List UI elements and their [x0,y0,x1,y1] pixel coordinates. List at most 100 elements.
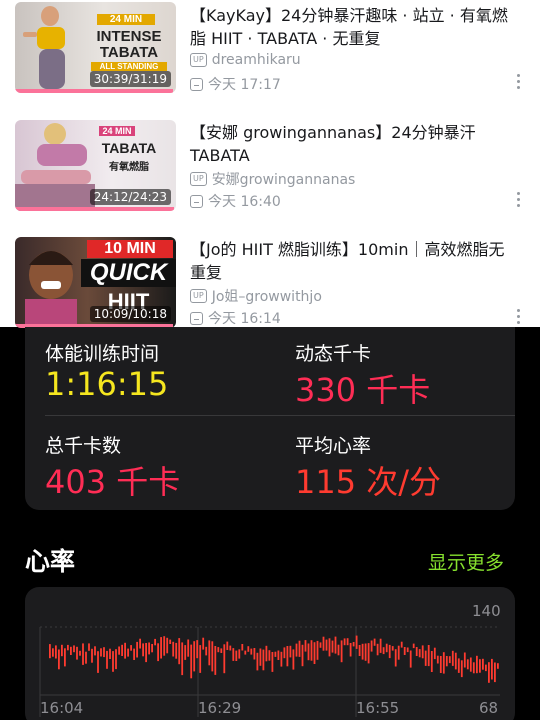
hr-bar [121,644,123,656]
hr-bar [157,643,159,662]
hr-bar [355,635,358,649]
hr-bar [100,648,102,657]
hr-bar [163,636,166,656]
hr-bar [151,644,153,653]
hr-bar [220,648,223,653]
hr-bar [232,648,235,661]
hr-bar [307,643,310,661]
hr-bar [52,648,54,657]
total-kcal-value: 403 千卡 [45,463,181,501]
hr-bar [319,642,322,648]
watch-time-row: 今天 17:17 [190,74,281,94]
hr-bar [202,637,205,650]
video-title[interactable]: 【KayKay】24分钟暴汗趣味 · 站立 · 有氧燃脂 HIIT · TABA… [190,4,520,50]
video-thumbnail[interactable]: 10 MIN QUICK HIIT 10:09/10:18 [15,237,176,328]
hr-bar [361,643,364,660]
video-title[interactable]: 【Jo的 HIIT 燃脂训练】10min｜高效燃脂无重复 [190,238,520,284]
video-thumbnail[interactable]: 24 MIN TABATA 有氧燃脂 24:12/24:23 [15,120,176,211]
hr-bar [250,648,253,655]
hr-bar [412,643,415,649]
hr-bar [211,641,214,672]
hr-bar [223,644,226,674]
video-title[interactable]: 【安娜 growingannanas】24分钟暴汗TABATA [190,121,520,167]
hr-bar [208,640,211,666]
uploader-row[interactable]: UP 安娜growingannanas [190,169,355,189]
more-options-icon[interactable] [515,309,521,324]
uploader-row[interactable]: UP Jo姐–growwithjo [190,286,322,306]
y-min-label: 68 [479,699,499,717]
hr-bar [247,646,250,652]
hr-bar [88,643,90,651]
workout-time-value: 1:16:15 [45,365,169,403]
hr-bar [205,646,208,656]
hr-bar [103,647,105,658]
hr-bar [476,655,478,674]
show-more-link[interactable]: 显示更多 [428,548,504,575]
uploader-name: 安娜growingannanas [211,172,356,188]
thumb-text-3: 有氧燃脂 [109,162,149,173]
hr-bar [67,644,69,651]
uploader-row[interactable]: UP dreamhikaru [190,52,301,68]
workout-time-label: 体能训练时间 [45,343,160,365]
hr-bar [181,642,184,676]
hr-bar [364,643,367,661]
hr-bar [379,638,382,653]
hr-bar [106,650,108,669]
hr-bar [358,645,361,656]
thumb-text-2: INTENSE [96,28,162,45]
hr-bar [79,650,81,656]
watch-time-row: 今天 16:40 [190,191,281,211]
hr-bar [325,639,328,651]
video-thumbnail[interactable]: 24 MIN INTENSE TABATA ALL STANDING 30:39… [15,2,176,93]
hr-bar [352,642,355,647]
video-history-list: 24 MIN INTENSE TABATA ALL STANDING 30:39… [0,0,540,328]
up-badge: UP [190,172,207,186]
hr-bar [343,638,346,646]
hr-bar [310,640,313,661]
x-label-2: 16:29 [198,699,242,717]
hr-bar [409,650,412,668]
uploader-name: Jo姐–growwithjo [211,289,322,305]
more-options-icon[interactable] [515,74,521,89]
hr-bar [397,645,400,660]
hr-bar [463,652,466,668]
more-options-icon[interactable] [515,192,521,207]
hr-bar [82,643,84,665]
hr-bar [91,648,93,663]
heart-rate-chart [39,626,500,717]
list-item[interactable]: 24 MIN INTENSE TABATA ALL STANDING 30:39… [0,0,540,104]
hr-bar [301,644,304,667]
hr-bar [199,645,202,673]
active-kcal-value: 330 千卡 [295,371,431,409]
hr-bar [172,641,175,657]
list-item[interactable]: 24 MIN TABATA 有氧燃脂 24:12/24:23 【安娜 growi… [0,117,540,221]
hr-bar [61,644,63,657]
hr-bar [187,639,190,657]
device-icon [190,77,203,91]
hr-bar [451,650,454,666]
hr-bar [472,662,475,674]
divider [45,415,515,416]
thumb-text-1: 10 MIN [87,240,173,258]
list-item[interactable]: 10 MIN QUICK HIIT 10:09/10:18 【Jo的 HIIT … [0,234,540,338]
hr-bar [479,659,481,673]
hr-bar [328,638,331,657]
hr-bar [385,643,388,653]
hr-bar [271,652,274,672]
uploader-name: dreamhikaru [211,52,301,68]
hr-bar [436,655,439,664]
watch-time: 今天 16:14 [208,311,281,327]
hr-bar [244,650,247,655]
hr-bar [454,652,457,670]
hr-bar [178,638,181,665]
hr-bar [196,640,199,659]
hr-bar [262,649,265,671]
hr-bar [214,646,217,675]
hr-bar [226,641,229,650]
hr-bar [136,641,138,658]
hr-bar [112,651,114,672]
hr-bar [494,662,496,683]
heart-rate-chart-card[interactable]: 140 68 16:04 16:29 16:55 [25,587,515,720]
hr-bar [166,637,169,654]
x-label-1: 16:04 [40,699,84,717]
